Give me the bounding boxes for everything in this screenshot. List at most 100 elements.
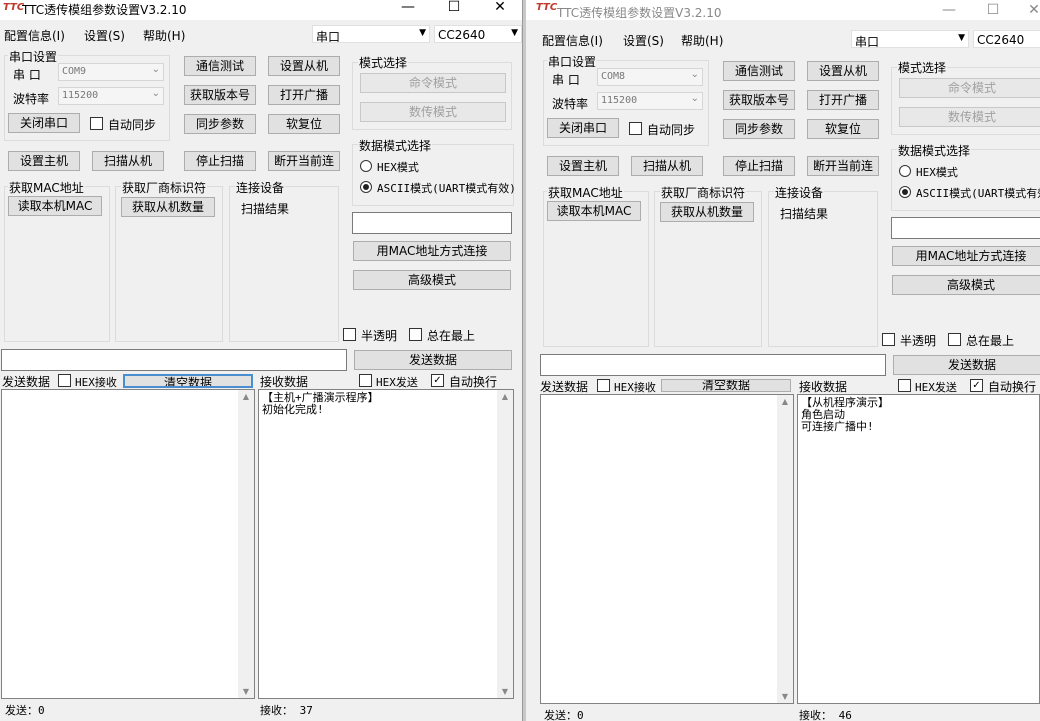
auto-sync-checkbox[interactable]: [90, 117, 103, 130]
baud-rate-select[interactable]: 115200 ⌄: [597, 92, 703, 110]
scan-slave-button[interactable]: 扫描从机: [631, 156, 703, 176]
hex-send-checkbox[interactable]: [359, 374, 372, 387]
open-broadcast-button[interactable]: 打开广播: [268, 85, 340, 105]
disconnect-button[interactable]: 断开当前连: [268, 151, 340, 171]
scroll-up-icon[interactable]: ▲: [238, 392, 254, 401]
data-mode-button[interactable]: 数传模式: [360, 102, 506, 122]
semi-transparent-checkbox[interactable]: [882, 333, 895, 346]
title-bar[interactable]: TTC TTC透传模组参数设置V3.2.10 — ☐ ✕: [0, 0, 522, 20]
auto-wrap-label: 自动换行: [988, 380, 1037, 394]
menu-settings[interactable]: 设置(S): [84, 27, 125, 44]
always-on-top-checkbox[interactable]: [948, 333, 961, 346]
scroll-down-icon[interactable]: ▼: [497, 687, 513, 696]
advanced-mode-button[interactable]: 高级模式: [892, 275, 1040, 295]
window-title: TTC透传模组参数设置V3.2.10: [22, 3, 187, 17]
advanced-mode-button[interactable]: 高级模式: [353, 270, 511, 290]
receive-scrollbar[interactable]: ▲ ▼: [497, 390, 513, 698]
send-scrollbar[interactable]: ▲ ▼: [238, 390, 254, 698]
send-textarea[interactable]: ▲ ▼: [1, 389, 255, 699]
receive-textarea[interactable]: 【主机+广播演示程序】 初始化完成! ▲ ▼: [258, 389, 514, 699]
mac-group-label: 获取MAC地址: [8, 179, 85, 196]
send-scrollbar[interactable]: ▲ ▼: [777, 395, 793, 703]
ascii-mode-radio[interactable]: [360, 181, 372, 193]
soft-reset-button[interactable]: 软复位: [807, 119, 879, 139]
menu-config-info[interactable]: 配置信息(I): [542, 32, 603, 49]
auto-sync-checkbox[interactable]: [629, 122, 642, 135]
hex-receive-label: HEX接收: [75, 376, 117, 389]
received-count-status: 接收： 37: [260, 704, 313, 717]
read-mac-button[interactable]: 读取本机MAC: [8, 196, 102, 216]
clear-data-button[interactable]: 清空数据: [661, 379, 791, 392]
semi-transparent-checkbox[interactable]: [343, 328, 356, 341]
menu-config-info[interactable]: 配置信息(I): [4, 27, 65, 44]
get-version-button[interactable]: 获取版本号: [723, 90, 795, 110]
scroll-down-icon[interactable]: ▼: [238, 687, 254, 696]
send-textarea[interactable]: ▲ ▼: [540, 394, 794, 704]
minimize-button[interactable]: —: [941, 3, 957, 17]
open-broadcast-button[interactable]: 打开广播: [807, 90, 879, 110]
clear-data-button[interactable]: 清空数据: [123, 374, 253, 388]
com-port-select[interactable]: COM8 ⌄: [597, 68, 703, 86]
menu-settings[interactable]: 设置(S): [623, 32, 664, 49]
disconnect-button[interactable]: 断开当前连: [807, 156, 879, 176]
soft-reset-button[interactable]: 软复位: [268, 114, 340, 134]
baud-rate-select[interactable]: 115200 ⌄: [58, 87, 164, 105]
close-button[interactable]: ✕: [492, 0, 508, 14]
minimize-button[interactable]: —: [400, 0, 416, 14]
hex-send-checkbox[interactable]: [898, 379, 911, 392]
hex-receive-checkbox[interactable]: [597, 379, 610, 392]
close-port-button[interactable]: 关闭串口: [8, 113, 80, 133]
com-port-select[interactable]: COM9 ⌄: [58, 63, 164, 81]
menu-help[interactable]: 帮助(H): [143, 27, 185, 44]
sync-params-button[interactable]: 同步参数: [184, 114, 256, 134]
send-input[interactable]: [540, 354, 886, 376]
always-on-top-checkbox[interactable]: [409, 328, 422, 341]
set-slave-button[interactable]: 设置从机: [807, 61, 879, 81]
ascii-mode-radio[interactable]: [899, 186, 911, 198]
maximize-button[interactable]: ☐: [985, 3, 1001, 17]
get-version-button[interactable]: 获取版本号: [184, 85, 256, 105]
get-slave-count-button[interactable]: 获取从机数量: [660, 202, 754, 222]
scroll-up-icon[interactable]: ▲: [777, 397, 793, 406]
set-master-button[interactable]: 设置主机: [547, 156, 619, 176]
close-button[interactable]: ✕: [1026, 3, 1040, 17]
mac-address-input[interactable]: [352, 212, 512, 234]
port-type-select[interactable]: 串口 ▼: [851, 30, 969, 49]
read-mac-button[interactable]: 读取本机MAC: [547, 201, 641, 221]
hex-mode-radio[interactable]: [899, 165, 911, 177]
ascii-mode-label: ASCII模式(UART模式有效): [916, 187, 1040, 200]
send-input[interactable]: [1, 349, 347, 371]
set-slave-button[interactable]: 设置从机: [268, 56, 340, 76]
send-data-button[interactable]: 发送数据: [893, 355, 1040, 375]
scan-slave-button[interactable]: 扫描从机: [92, 151, 164, 171]
data-mode-button[interactable]: 数传模式: [899, 107, 1040, 127]
port-type-value: 串口: [316, 30, 341, 44]
port-type-select[interactable]: 串口 ▼: [312, 25, 430, 44]
menu-help[interactable]: 帮助(H): [681, 32, 723, 49]
command-mode-button[interactable]: 命令模式: [360, 73, 506, 93]
module-select[interactable]: CC2640: [973, 30, 1040, 48]
hex-receive-checkbox[interactable]: [58, 374, 71, 387]
maximize-button[interactable]: ☐: [446, 0, 462, 14]
comm-test-button[interactable]: 通信测试: [723, 61, 795, 81]
mac-connect-button[interactable]: 用MAC地址方式连接: [353, 241, 511, 261]
get-slave-count-button[interactable]: 获取从机数量: [121, 197, 215, 217]
comm-test-button[interactable]: 通信测试: [184, 56, 256, 76]
mac-connect-button[interactable]: 用MAC地址方式连接: [892, 246, 1040, 266]
stop-scan-button[interactable]: 停止扫描: [723, 156, 795, 176]
stop-scan-button[interactable]: 停止扫描: [184, 151, 256, 171]
close-port-button[interactable]: 关闭串口: [547, 118, 619, 138]
command-mode-button[interactable]: 命令模式: [899, 78, 1040, 98]
scroll-up-icon[interactable]: ▲: [497, 392, 513, 401]
auto-wrap-checkbox[interactable]: ✓: [431, 374, 444, 387]
hex-mode-radio[interactable]: [360, 160, 372, 172]
scroll-down-icon[interactable]: ▼: [777, 692, 793, 701]
sync-params-button[interactable]: 同步参数: [723, 119, 795, 139]
send-data-button[interactable]: 发送数据: [354, 350, 512, 370]
receive-textarea[interactable]: 【从机程序演示】 角色启动 可连接广播中!: [797, 394, 1040, 704]
mac-address-input[interactable]: [891, 217, 1040, 239]
module-select[interactable]: CC2640 ▼: [434, 25, 522, 43]
auto-wrap-checkbox[interactable]: ✓: [970, 379, 983, 392]
title-bar[interactable]: TTC TTC透传模组参数设置V3.2.10 — ☐ ✕: [526, 0, 1040, 20]
set-master-button[interactable]: 设置主机: [8, 151, 80, 171]
